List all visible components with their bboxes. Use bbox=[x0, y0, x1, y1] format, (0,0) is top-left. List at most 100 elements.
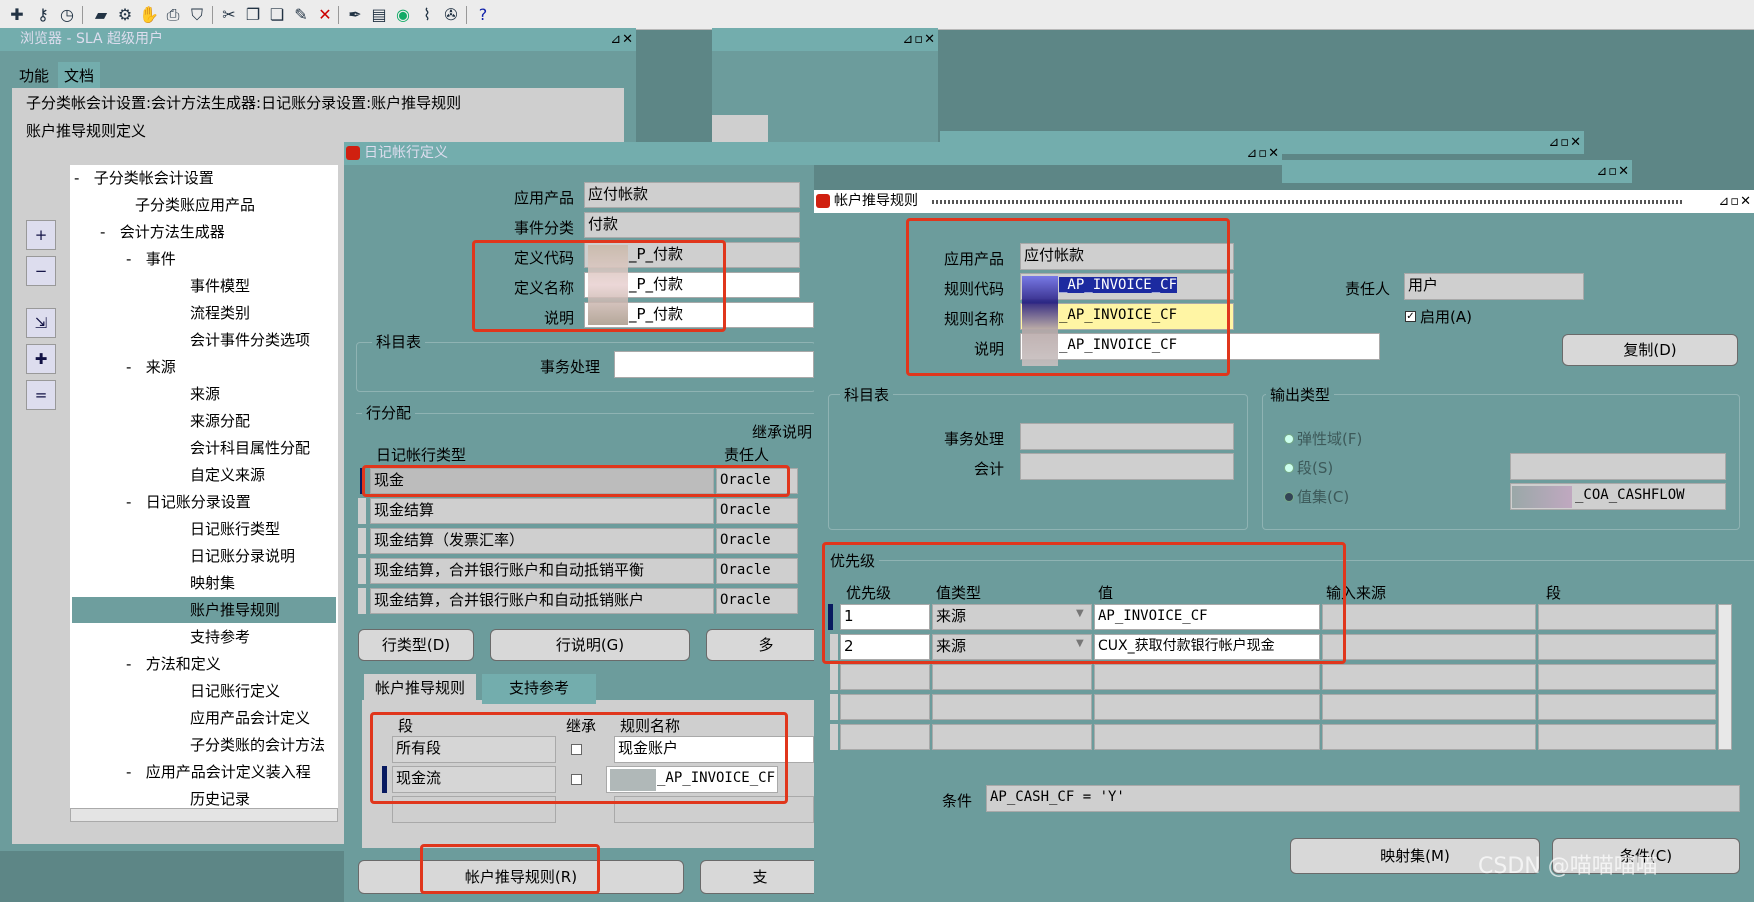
priority-field[interactable] bbox=[840, 724, 930, 750]
rule-name-field[interactable]: 现金账户 bbox=[614, 736, 814, 763]
copy-icon[interactable]: ❐ bbox=[242, 4, 264, 26]
seg-field[interactable] bbox=[392, 796, 556, 823]
adr-txn-field[interactable] bbox=[1020, 423, 1234, 450]
more-button[interactable]: 多 bbox=[706, 629, 826, 661]
priority-field[interactable] bbox=[840, 694, 930, 720]
value-field[interactable] bbox=[1094, 694, 1320, 720]
tree-node[interactable]: - 方法和定义 bbox=[126, 653, 221, 674]
input-source-field[interactable] bbox=[1322, 694, 1536, 720]
tree-node[interactable]: - 来源 bbox=[126, 356, 176, 377]
tree-node[interactable]: 日记账行定义 bbox=[190, 680, 280, 701]
key-icon[interactable]: ⚷ bbox=[32, 4, 54, 26]
new-icon[interactable]: ✚ bbox=[6, 4, 28, 26]
radio-valueset[interactable] bbox=[1284, 492, 1294, 502]
tree-node[interactable]: 子分类账应用产品 bbox=[135, 194, 255, 215]
priority-field[interactable] bbox=[840, 664, 930, 690]
input-source-field[interactable] bbox=[1322, 634, 1536, 660]
line-desc-button[interactable]: 行说明(G) bbox=[490, 629, 690, 661]
tree-node[interactable]: 来源分配 bbox=[190, 410, 250, 431]
pen-icon[interactable]: ✒ bbox=[344, 4, 366, 26]
tree-node[interactable]: 日记账行类型 bbox=[190, 518, 280, 539]
value-type-select[interactable]: 来源 bbox=[932, 604, 1092, 630]
scissors-icon[interactable]: ✂ bbox=[218, 4, 240, 26]
jld-row-type[interactable]: 现金结算（发票汇率） bbox=[370, 528, 714, 554]
tree-node[interactable]: 日记账分录说明 bbox=[190, 545, 295, 566]
tree-node[interactable]: 支持参考 bbox=[190, 626, 250, 647]
navigator-titlebar[interactable]: 浏览器 - SLA 超级用户 ⊿✕ bbox=[0, 28, 636, 51]
tree-node[interactable]: 会计科目属性分配 bbox=[190, 437, 310, 458]
row-selector[interactable] bbox=[830, 724, 838, 750]
collapse-all-icon[interactable]: = bbox=[26, 380, 56, 410]
row-selector[interactable] bbox=[830, 634, 838, 660]
tab-adr[interactable]: 帐户推导规则 bbox=[364, 674, 476, 704]
function-tree[interactable]: - 子分类帐会计设置 子分类账应用产品 - 会计方法生成器 - 事件 事件模型 … bbox=[70, 165, 338, 813]
expand-branch-icon[interactable]: ⇲ bbox=[26, 308, 56, 338]
value-field[interactable] bbox=[1094, 664, 1320, 690]
jld-event-field[interactable]: 付款 bbox=[584, 212, 800, 238]
value-type-select[interactable]: 来源 bbox=[932, 634, 1092, 660]
jld-txn-field[interactable] bbox=[614, 351, 814, 378]
tree-node[interactable]: - 子分类帐会计设置 bbox=[74, 167, 214, 188]
tree-node[interactable]: 流程类别 bbox=[190, 302, 250, 323]
input-source-field[interactable] bbox=[1322, 724, 1536, 750]
tree-node[interactable]: 事件模型 bbox=[190, 275, 250, 296]
book-icon[interactable]: ▤ bbox=[368, 4, 390, 26]
tree-node[interactable]: 来源 bbox=[190, 383, 220, 404]
value-type-select[interactable] bbox=[932, 724, 1092, 750]
value-type-select[interactable] bbox=[932, 694, 1092, 720]
value-field[interactable]: CUX_获取付款银行帐户现金 bbox=[1094, 634, 1320, 660]
jld-row-owner[interactable]: Oracle bbox=[716, 498, 798, 524]
print-icon[interactable]: ⎙ bbox=[162, 4, 184, 26]
tab-documents[interactable]: 文档 bbox=[58, 62, 100, 90]
tab-support[interactable]: 支持参考 bbox=[482, 674, 596, 704]
rule-name-field[interactable] bbox=[614, 796, 814, 823]
tab-functions[interactable]: 功能 bbox=[14, 62, 54, 90]
owner-field[interactable]: 用户 bbox=[1404, 273, 1584, 300]
clip-icon[interactable]: ⌇ bbox=[416, 4, 438, 26]
inherit-checkbox[interactable] bbox=[571, 744, 582, 755]
jld-row-type[interactable]: 现金结算，合并银行账户和自动抵销账户 bbox=[370, 588, 714, 614]
gloves-icon[interactable]: ✋ bbox=[138, 4, 160, 26]
expand-all-icon[interactable]: ✚ bbox=[26, 344, 56, 374]
window-controls[interactable]: ⊿▫✕ bbox=[1596, 160, 1630, 183]
seg-field[interactable]: 所有段 bbox=[392, 736, 556, 763]
dropdown-arrow-icon[interactable]: ▼ bbox=[1076, 638, 1084, 649]
row-selector[interactable] bbox=[358, 498, 366, 524]
value-field[interactable]: AP_INVOICE_CF bbox=[1094, 604, 1320, 630]
jld-row-type[interactable]: 现金结算 bbox=[370, 498, 714, 524]
wrench-icon[interactable]: ✇ bbox=[440, 4, 462, 26]
copy-button[interactable]: 复制(D) bbox=[1562, 334, 1738, 366]
dropdown-arrow-icon[interactable]: ▼ bbox=[1076, 608, 1084, 619]
row-selector[interactable] bbox=[358, 558, 366, 584]
tree-node[interactable]: - 会计方法生成器 bbox=[100, 221, 225, 242]
jld-row-owner[interactable]: Oracle bbox=[716, 588, 798, 614]
jld-row-type[interactable]: 现金结算，合并银行账户和自动抵销平衡 bbox=[370, 558, 714, 584]
tree-node[interactable]: - 事件 bbox=[126, 248, 176, 269]
enabled-checkbox[interactable]: ✓ bbox=[1405, 311, 1416, 322]
paste-icon[interactable]: ❏ bbox=[266, 4, 288, 26]
adr-desc-field[interactable]: _AP_INVOICE_CF bbox=[1020, 333, 1380, 360]
tree-node[interactable]: 自定义来源 bbox=[190, 464, 265, 485]
jld-titlebar[interactable]: 日记帐行定义 ⊿▫✕ bbox=[344, 142, 1282, 165]
segment-field[interactable] bbox=[1538, 694, 1716, 720]
segment-field[interactable] bbox=[1538, 724, 1716, 750]
priority-field[interactable]: 2 bbox=[840, 634, 930, 660]
radio-segment[interactable] bbox=[1284, 463, 1294, 473]
support-button[interactable]: 支 bbox=[700, 860, 820, 894]
jld-row-type[interactable]: 现金 bbox=[370, 468, 714, 494]
globe-icon[interactable]: ◉ bbox=[392, 4, 414, 26]
segment-field[interactable] bbox=[1538, 604, 1716, 630]
collapse-icon[interactable]: − bbox=[26, 256, 56, 286]
delete-icon[interactable]: ✕ bbox=[314, 4, 336, 26]
tree-scrollbar[interactable] bbox=[70, 808, 338, 822]
input-source-field[interactable] bbox=[1322, 664, 1536, 690]
adr-app-field[interactable]: 应付帐款 bbox=[1020, 243, 1234, 270]
expand-icon[interactable]: + bbox=[26, 220, 56, 250]
jld-row-owner[interactable]: Oracle bbox=[716, 528, 798, 554]
clock-icon[interactable]: ◷ bbox=[56, 4, 78, 26]
tree-node[interactable]: 子分类账的会计方法 bbox=[190, 734, 325, 755]
jld-row-owner[interactable]: Oracle bbox=[716, 558, 798, 584]
input-source-field[interactable] bbox=[1322, 604, 1536, 630]
window-controls[interactable]: ⊿✕ bbox=[610, 28, 634, 51]
tree-node[interactable]: 历史记录 bbox=[190, 788, 250, 809]
